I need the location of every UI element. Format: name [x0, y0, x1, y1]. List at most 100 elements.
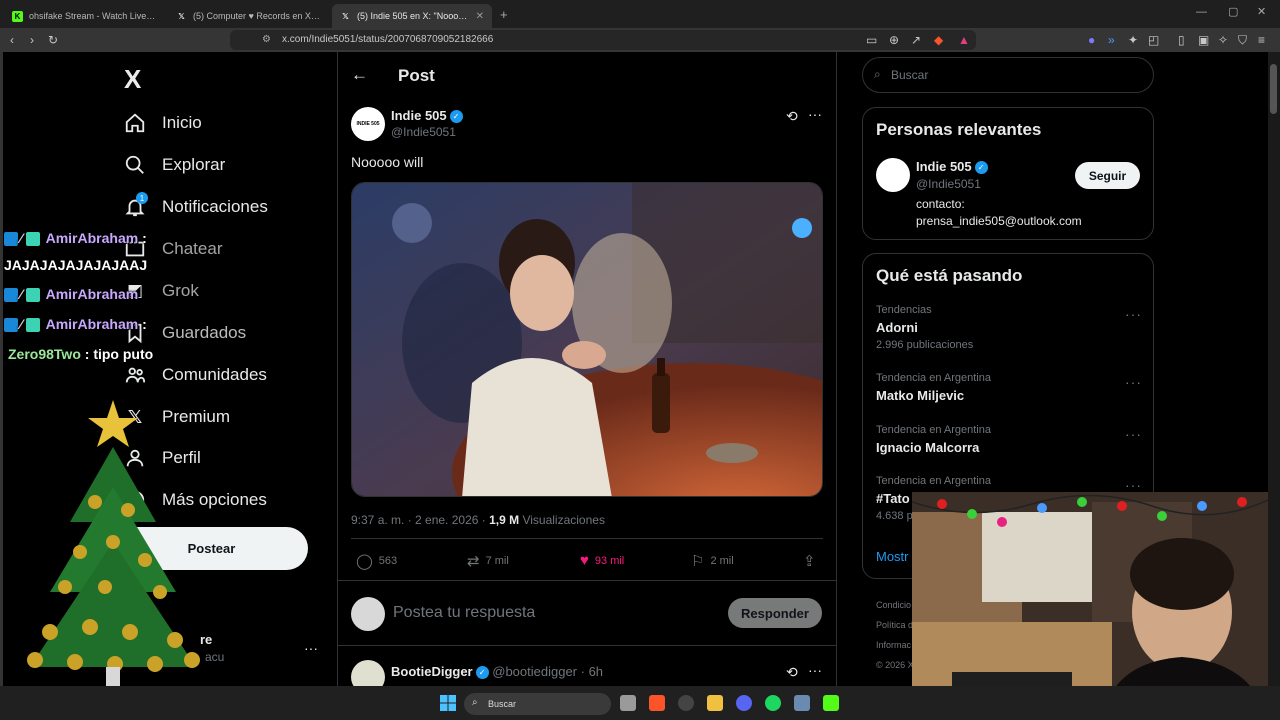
brave-rewards-icon[interactable]: ▲	[958, 33, 970, 47]
heart-icon: ♥	[580, 552, 589, 569]
vpn-icon[interactable]: ⛉	[1238, 33, 1247, 47]
post-author-name[interactable]: Indie 505 ✓	[391, 108, 463, 124]
footer-link[interactable]: Condicio	[876, 595, 914, 615]
chat-badge-icon	[4, 318, 18, 333]
browser-tab-2[interactable]: 𝕏 (5) Computer ♥ Records en X: "PlayS	[168, 4, 330, 28]
post-media-image[interactable]	[351, 182, 823, 497]
x-logo-icon[interactable]: X	[124, 64, 141, 95]
reply-more-icon[interactable]: ···	[808, 662, 822, 678]
brave-browser-icon[interactable]	[649, 695, 665, 711]
footer-link[interactable]: Informac	[876, 635, 914, 655]
share-action[interactable]: ⇪	[803, 552, 816, 570]
trend-category: Tendencias	[876, 304, 932, 316]
account-more-icon[interactable]: ···	[304, 640, 318, 656]
reply-input[interactable]: Postea tu respuesta	[393, 604, 535, 622]
wallet-icon[interactable]: ▣	[1198, 33, 1209, 47]
chat-badge-icon	[26, 232, 41, 247]
verified-badge-icon: ✓	[449, 110, 463, 124]
sidebar-item-notificaciones[interactable]: 1 Notificaciones	[124, 192, 268, 221]
address-bar[interactable]: ⚙ x.com/Indie5051/status/200706870905218…	[230, 30, 976, 50]
reply-author[interactable]: BootieDigger ✓ @bootiedigger · 6h	[391, 664, 603, 680]
windows-start-icon[interactable]	[440, 695, 456, 711]
sidebar-item-explorar[interactable]: Explorar	[124, 151, 225, 179]
avatar[interactable]	[876, 158, 910, 192]
sidebar-item-inicio[interactable]: Inicio	[124, 109, 202, 137]
repost-count: 7 mil	[485, 555, 509, 567]
post-more-icon[interactable]: ···	[808, 106, 822, 122]
chat-text: tipo puto	[93, 346, 154, 362]
cast-icon[interactable]: ▭	[866, 33, 877, 47]
sidebar-item-label: Grok	[162, 281, 199, 300]
trend-more-icon[interactable]: ···	[1125, 426, 1142, 442]
footer-link[interactable]: Política d	[876, 615, 914, 635]
extension-icon[interactable]: ●	[1088, 33, 1095, 47]
page-left-edge	[0, 52, 3, 686]
menu-icon[interactable]: ≡	[1258, 33, 1265, 47]
like-action[interactable]: ♥ 93 mil	[580, 552, 624, 569]
person-name[interactable]: Indie 505 ✓	[916, 159, 988, 175]
reply-avatar	[351, 597, 385, 631]
repost-action[interactable]: ⇄ 7 mil	[467, 552, 509, 570]
taskbar-search[interactable]: ⌕ Buscar	[464, 693, 611, 715]
reply-action[interactable]: ◯ 563	[356, 552, 397, 570]
extensions-icon[interactable]: ✦	[1128, 33, 1138, 47]
sidebar-toggle-icon[interactable]: ▯	[1178, 33, 1185, 47]
app-icon[interactable]	[678, 695, 694, 711]
app-icon[interactable]	[794, 695, 810, 711]
show-more-link[interactable]: Mostr	[876, 549, 909, 564]
back-arrow-icon[interactable]: ←	[351, 65, 368, 85]
bookmark-count: 2 mil	[710, 555, 734, 567]
bookmark-action[interactable]: ⚐ 2 mil	[691, 552, 734, 570]
extension-icon[interactable]: ◰	[1148, 33, 1159, 47]
sidebar-item-label: Explorar	[162, 155, 226, 174]
trend-posts: 2.996 publicaciones	[876, 339, 974, 351]
follow-button[interactable]: Seguir	[1075, 162, 1140, 189]
minimize-icon[interactable]: —	[1196, 6, 1207, 18]
search-input[interactable]: ⌕ Buscar	[862, 57, 1154, 93]
discord-icon[interactable]	[736, 695, 752, 711]
browser-tab-3-active[interactable]: 𝕏 (5) Indie 505 en X: "Nooooo will ✕	[332, 4, 492, 28]
share-icon[interactable]: ↗	[911, 33, 921, 47]
post-author-handle[interactable]: @Indie5051	[391, 125, 456, 139]
browser-tab-1[interactable]: K ohsifake Stream - Watch Live on	[4, 4, 164, 28]
avatar[interactable]: INDIE 505	[351, 107, 385, 141]
forward-icon[interactable]: ›	[30, 33, 34, 47]
trend-item[interactable]: Tendencia en Argentina Ignacio Malcorra	[876, 424, 991, 455]
reply-button[interactable]: Responder	[728, 598, 822, 628]
reload-icon[interactable]: ↻	[48, 33, 58, 47]
close-tab-icon[interactable]: ✕	[476, 11, 484, 22]
center-right-border	[836, 52, 837, 686]
back-icon[interactable]: ‹	[10, 33, 14, 47]
file-explorer-icon[interactable]	[707, 695, 723, 711]
trend-more-icon[interactable]: ···	[1125, 374, 1142, 390]
brave-shield-icon[interactable]: ◆	[934, 33, 943, 47]
site-settings-icon[interactable]: ⚙	[262, 34, 271, 45]
trend-item[interactable]: Tendencia en Argentina Matko Miljevic	[876, 372, 991, 403]
chat-badge-icon	[26, 288, 41, 303]
trend-more-icon[interactable]: ···	[1125, 477, 1142, 493]
grok-explain-icon[interactable]: ⟲	[786, 108, 798, 125]
zoom-icon[interactable]: ⊕	[889, 33, 899, 47]
post-timestamp: 9:37 a. m. · 2 ene. 2026 · 1,9 M Visuali…	[351, 513, 605, 527]
leo-icon[interactable]: ✧	[1218, 33, 1228, 47]
chat-message: JAJAJAJAJAJAJAAJ	[4, 257, 147, 273]
sidebar-item-comunidades[interactable]: Comunidades	[124, 361, 267, 389]
new-tab-button[interactable]: +	[500, 7, 508, 22]
kick-icon[interactable]	[823, 695, 839, 711]
reply-author-avatar[interactable]	[351, 660, 385, 686]
trend-item[interactable]: Tendencias Adorni 2.996 publicaciones	[876, 304, 973, 351]
spotify-icon[interactable]	[765, 695, 781, 711]
maximize-icon[interactable]: ▢	[1228, 5, 1238, 18]
chat-badge-icon	[4, 232, 18, 247]
scrollbar-thumb[interactable]	[1270, 64, 1277, 114]
scrollbar[interactable]	[1268, 52, 1280, 686]
trend-more-icon[interactable]: ···	[1125, 306, 1142, 322]
person-handle[interactable]: @Indie5051	[916, 177, 981, 191]
chat-username: AmirAbraham	[45, 230, 139, 246]
follow-label: Seguir	[1088, 168, 1127, 183]
task-view-icon[interactable]	[620, 695, 636, 711]
grok-explain-icon[interactable]: ⟲	[786, 664, 798, 681]
extension-icon[interactable]: »	[1108, 33, 1115, 47]
sidebar-item-label: Inicio	[162, 113, 202, 132]
close-window-icon[interactable]: ✕	[1257, 5, 1266, 18]
